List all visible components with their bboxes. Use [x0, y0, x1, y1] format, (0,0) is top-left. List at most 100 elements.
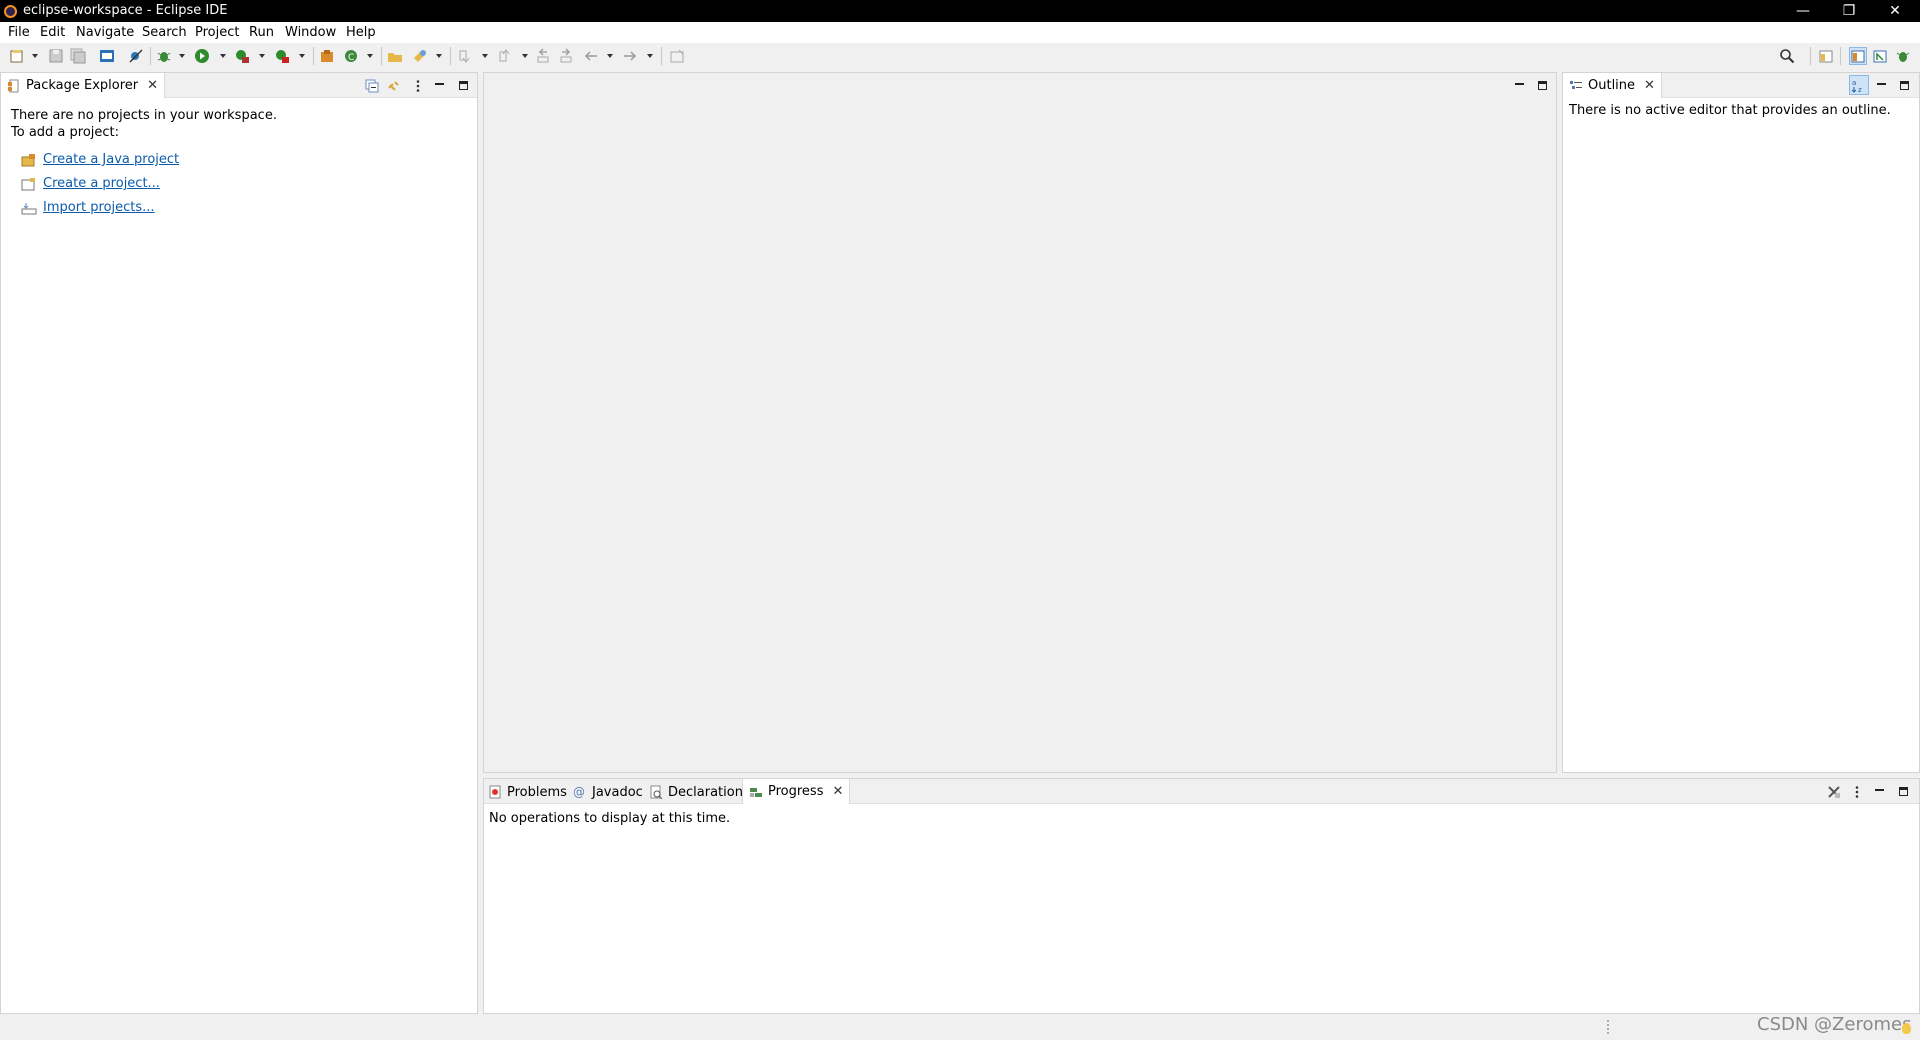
progress-icon	[750, 787, 762, 797]
menu-edit[interactable]: Edit	[40, 25, 65, 40]
package-explorer-icon	[8, 79, 19, 92]
search-dropdown-icon[interactable]	[436, 54, 442, 58]
maximize-icon[interactable]	[1897, 785, 1911, 799]
no-outline-message: There is no active editor that provides …	[1569, 103, 1891, 118]
coverage-icon[interactable]	[234, 48, 250, 64]
pin-editor-icon[interactable]	[669, 48, 685, 64]
tab-javadoc[interactable]: @ Javadoc	[573, 781, 643, 803]
maximize-icon[interactable]	[457, 79, 471, 93]
view-menu-icon[interactable]	[411, 79, 425, 93]
title-bar: eclipse-workspace - Eclipse IDE — ❐ ✕	[0, 0, 1920, 22]
javadoc-icon: @	[573, 785, 585, 799]
maximize-icon[interactable]	[1898, 79, 1912, 93]
minimize-icon[interactable]	[1875, 79, 1889, 93]
external-tools-dropdown-icon[interactable]	[299, 54, 305, 58]
outline-header: Outline ✕ az	[1563, 73, 1919, 98]
next-annotation-dropdown-icon[interactable]	[482, 54, 488, 58]
coverage-dropdown-icon[interactable]	[259, 54, 265, 58]
menu-project[interactable]: Project	[195, 25, 239, 40]
debug-perspective-icon[interactable]	[1895, 48, 1911, 64]
lightbulb-icon	[1902, 1023, 1911, 1034]
new-dropdown-icon[interactable]	[32, 54, 38, 58]
tab-problems[interactable]: Problems	[488, 781, 567, 803]
terminal-icon[interactable]	[99, 48, 115, 64]
bottom-panel: Problems @ Javadoc Declaration Progress …	[483, 778, 1920, 1014]
import-projects-row: Import projects...	[21, 200, 155, 215]
save-all-icon[interactable]	[70, 48, 86, 64]
outline-panel: Outline ✕ az There is no active editor t…	[1562, 72, 1920, 773]
git-perspective-icon[interactable]	[1872, 48, 1888, 64]
search-flashlight-icon[interactable]	[412, 48, 428, 64]
link-with-editor-icon[interactable]	[387, 79, 401, 93]
tab-package-explorer[interactable]: Package Explorer ✕	[1, 73, 166, 98]
declaration-icon	[650, 785, 663, 799]
minimize-icon[interactable]	[433, 79, 447, 93]
svg-text:z: z	[1858, 86, 1862, 94]
minimize-icon[interactable]	[1873, 785, 1887, 799]
new-java-class-dropdown-icon[interactable]	[367, 54, 373, 58]
create-project-row: Create a project...	[21, 176, 160, 191]
menu-search[interactable]: Search	[142, 25, 187, 40]
toolbar-separator	[381, 47, 382, 65]
search-icon[interactable]	[1779, 48, 1795, 64]
bottom-panel-header: Problems @ Javadoc Declaration Progress …	[484, 779, 1919, 804]
no-operations-message: No operations to display at this time.	[489, 811, 731, 826]
create-java-project-row: Create a Java project	[21, 152, 179, 167]
debug-icon[interactable]	[156, 48, 172, 64]
tab-declaration[interactable]: Declaration	[649, 781, 743, 803]
open-type-icon[interactable]	[387, 48, 403, 64]
menu-bar: File Edit Navigate Search Project Run Wi…	[0, 22, 1920, 43]
last-edit-location-icon[interactable]	[535, 48, 551, 64]
package-explorer-panel: Package Explorer ✕ There are no projects…	[0, 72, 478, 1014]
run-icon[interactable]	[194, 48, 210, 64]
external-tools-icon[interactable]	[274, 48, 290, 64]
back-icon[interactable]	[583, 48, 599, 64]
status-bar: CSDN @Zeromes	[0, 1014, 1920, 1040]
debug-dropdown-icon[interactable]	[179, 54, 185, 58]
toolbar-separator	[450, 47, 451, 65]
toolbar-separator	[150, 47, 151, 65]
tab-outline[interactable]: Outline ✕	[1563, 73, 1662, 98]
svg-text:a: a	[1852, 79, 1856, 87]
save-icon[interactable]	[48, 48, 64, 64]
close-icon[interactable]: ✕	[832, 784, 843, 799]
new-java-package-icon[interactable]	[319, 48, 335, 64]
sort-icon[interactable]: az	[1849, 75, 1869, 95]
menu-navigate[interactable]: Navigate	[76, 25, 134, 40]
create-java-project-link[interactable]: Create a Java project	[43, 152, 179, 167]
new-java-class-icon[interactable]: C	[343, 48, 359, 64]
editor-area-header	[484, 73, 1556, 98]
close-icon[interactable]: ✕	[1644, 78, 1655, 93]
menu-run[interactable]: Run	[249, 25, 274, 40]
tab-label: Declaration	[668, 784, 743, 800]
collapse-all-icon[interactable]	[365, 79, 379, 93]
forward-edit-location-icon[interactable]	[558, 48, 574, 64]
close-icon[interactable]: ✕	[147, 78, 158, 93]
minimize-icon[interactable]	[1513, 79, 1527, 93]
next-annotation-icon[interactable]	[456, 48, 472, 64]
create-project-link[interactable]: Create a project...	[43, 176, 160, 191]
status-bar-handle[interactable]	[1607, 1020, 1609, 1034]
import-projects-link[interactable]: Import projects...	[43, 200, 155, 215]
restore-window-button[interactable]: ❐	[1826, 0, 1872, 22]
previous-annotation-icon[interactable]	[496, 48, 512, 64]
close-icon: ✕	[1889, 3, 1901, 19]
tab-progress[interactable]: Progress ✕	[742, 779, 851, 804]
forward-icon[interactable]	[622, 48, 638, 64]
java-perspective-icon[interactable]	[1849, 47, 1867, 65]
new-icon[interactable]	[9, 48, 25, 64]
close-window-button[interactable]: ✕	[1872, 0, 1918, 22]
remove-all-finished-icon[interactable]	[1827, 785, 1841, 799]
view-menu-icon[interactable]	[1850, 785, 1864, 799]
menu-window[interactable]: Window	[285, 25, 336, 40]
previous-annotation-dropdown-icon[interactable]	[522, 54, 528, 58]
skip-breakpoints-icon[interactable]	[128, 48, 144, 64]
back-dropdown-icon[interactable]	[607, 54, 613, 58]
run-dropdown-icon[interactable]	[220, 54, 226, 58]
menu-help[interactable]: Help	[346, 25, 376, 40]
minimize-window-button[interactable]: —	[1780, 0, 1826, 22]
open-perspective-icon[interactable]	[1818, 48, 1834, 64]
menu-file[interactable]: File	[8, 25, 30, 40]
maximize-icon[interactable]	[1536, 79, 1550, 93]
forward-dropdown-icon[interactable]	[647, 54, 653, 58]
